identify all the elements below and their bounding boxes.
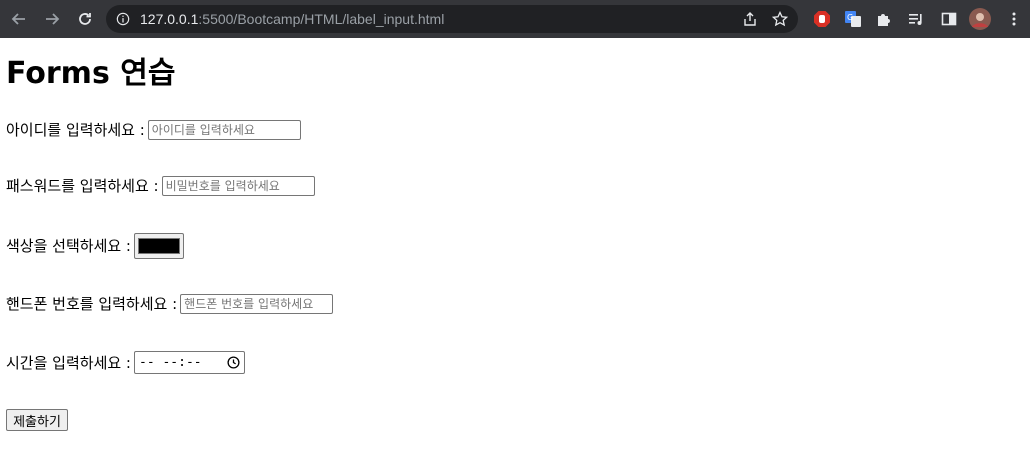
translate-extension-icon[interactable]: G: [843, 9, 863, 29]
password-placeholder: 비밀번호를 입력하세요: [165, 179, 280, 193]
share-icon[interactable]: [742, 11, 758, 27]
url-text: 127.0.0.1:5500/Bootcamp/HTML/label_input…: [140, 11, 444, 27]
time-value: -- --:--: [139, 354, 202, 370]
url-path: :5500/Bootcamp/HTML/label_input.html: [198, 11, 445, 27]
forward-icon[interactable]: [40, 7, 64, 31]
phone-input[interactable]: 핸드폰 번호를 입력하세요: [180, 294, 334, 314]
phone-field-row: 핸드폰 번호를 입력하세요 : 핸드폰 번호를 입력하세요: [6, 294, 334, 314]
color-picker[interactable]: [134, 233, 184, 259]
id-label: 아이디를 입력하세요 :: [6, 121, 145, 139]
color-field-row: 색상을 선택하세요 :: [6, 233, 184, 259]
svg-text:G: G: [847, 13, 853, 22]
reload-icon[interactable]: [73, 7, 97, 31]
id-placeholder: 아이디를 입력하세요: [151, 123, 255, 137]
profile-avatar[interactable]: [969, 8, 991, 30]
side-panel-icon[interactable]: [939, 9, 959, 29]
time-input[interactable]: -- --:--: [134, 351, 245, 374]
password-label: 패스워드를 입력하세요 :: [6, 177, 159, 195]
phone-placeholder: 핸드폰 번호를 입력하세요: [184, 297, 314, 311]
clock-icon[interactable]: [227, 356, 240, 369]
menu-kebab-icon[interactable]: [1004, 9, 1024, 29]
password-field-row: 패스워드를 입력하세요 : 비밀번호를 입력하세요: [6, 176, 315, 196]
browser-toolbar: 127.0.0.1:5500/Bootcamp/HTML/label_input…: [0, 0, 1030, 38]
id-input[interactable]: 아이디를 입력하세요: [147, 120, 301, 140]
page-title: Forms 연습: [6, 56, 176, 91]
color-swatch: [138, 238, 180, 254]
phone-label: 핸드폰 번호를 입력하세요 :: [6, 295, 178, 313]
adblock-extension-icon[interactable]: [812, 9, 832, 29]
info-icon[interactable]: [116, 12, 130, 26]
back-icon[interactable]: [7, 7, 31, 31]
id-field-row: 아이디를 입력하세요 : 아이디를 입력하세요: [6, 120, 301, 140]
time-field-row: 시간을 입력하세요 : -- --:--: [6, 351, 245, 374]
password-input[interactable]: 비밀번호를 입력하세요: [161, 176, 315, 196]
submit-button[interactable]: 제출하기: [6, 409, 68, 431]
color-label: 색상을 선택하세요 :: [6, 237, 131, 255]
time-label: 시간을 입력하세요 :: [6, 353, 131, 372]
extensions-puzzle-icon[interactable]: [874, 9, 894, 29]
bookmark-star-icon[interactable]: [772, 11, 788, 27]
media-queue-icon[interactable]: [906, 9, 926, 29]
address-bar[interactable]: 127.0.0.1:5500/Bootcamp/HTML/label_input…: [106, 5, 798, 33]
url-host: 127.0.0.1: [140, 11, 199, 27]
